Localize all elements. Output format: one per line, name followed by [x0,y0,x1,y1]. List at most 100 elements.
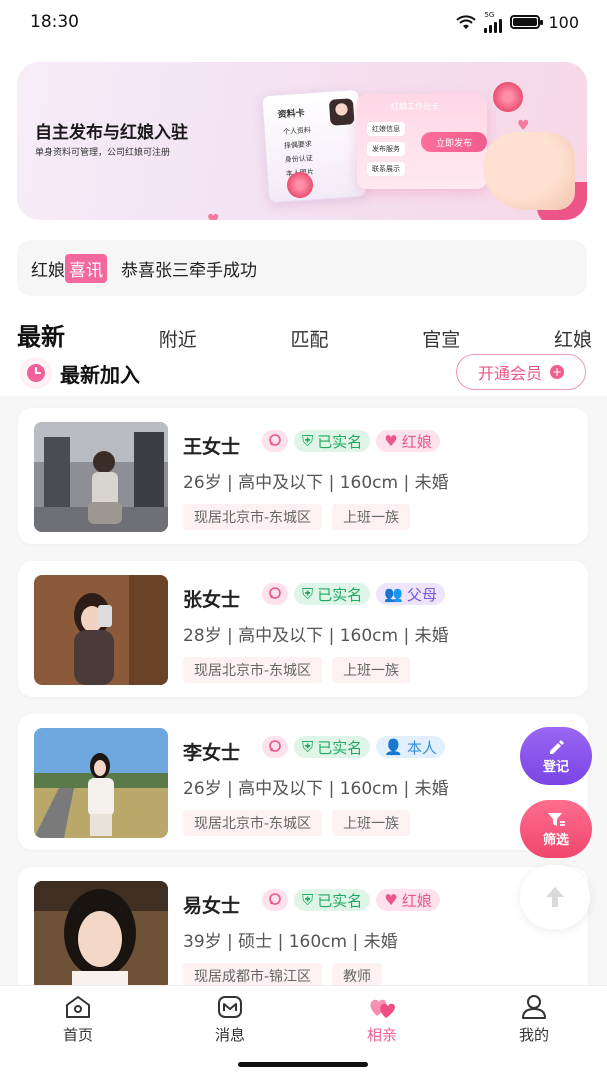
chat-icon[interactable] [262,736,288,758]
profile-card[interactable]: 张女士 ⛨ 已实名 👥 父母 28岁 | 高中及以下 | 160cm | 未婚 现居… [18,561,588,697]
profile-chips: 现居北京市-东城区 上班一族 [183,657,411,683]
nav-home[interactable]: 首页 [38,994,118,1045]
filter-icon [548,812,565,826]
tab-official[interactable]: 官宣 [422,325,460,352]
profile-info: 39岁 | 硕士 | 160cm | 未婚 [183,932,398,952]
role-badge: ♥ 红娘 [376,889,440,911]
job-chip: 上班一族 [332,657,411,683]
profile-badges: ⛨ 已实名 ♥ 红娘 [262,430,440,452]
profile-info: 28岁 | 高中及以下 | 160cm | 未婚 [183,626,449,646]
profile-name: 易女士 [183,895,241,917]
chat-icon[interactable] [262,583,288,605]
chat-icon[interactable] [262,430,288,452]
tab-match[interactable]: 匹配 [290,325,328,352]
rose-icon [493,82,523,112]
clock-icon [20,357,52,389]
profile-name: 张女士 [183,589,241,611]
shield-check-icon: ⛨ [302,891,314,909]
tab-latest[interactable]: 最新 [17,317,65,352]
profile-card[interactable]: 王女士 ⛨ 已实名 ♥ 红娘 26岁 | 高中及以下 | 160cm | 未婚 现居… [18,408,588,544]
profile-chips: 现居北京市-东城区 上班一族 [183,810,411,836]
card-right-title: 红娘工作台卡 [391,102,439,111]
profile-info: 26岁 | 高中及以下 | 160cm | 未婚 [183,473,449,493]
news-ticker[interactable]: 红娘 喜讯 恭喜张三牵手成功 [17,240,587,296]
news-prefix: 红娘 [31,260,65,281]
nav-label: 相亲 [366,1026,397,1044]
profile-card[interactable]: 易女士 ⛨ 已实名 ♥ 红娘 39岁 | 硕士 | 160cm | 未婚 现居成都市… [18,867,588,1003]
section-title: 最新加入 [60,362,140,387]
profile-photo [34,575,168,685]
battery-icon [510,15,544,29]
back-to-top-button[interactable] [520,865,590,929]
verified-badge: ⛨ 已实名 [294,583,371,605]
status-icons: 5G 100 [456,10,579,33]
nav-label: 消息 [214,1026,245,1044]
shield-check-icon: ⛨ [302,738,314,756]
profile-badges: ⛨ 已实名 👤 本人 [262,736,445,758]
heart-icon: ♥ [207,212,220,220]
role-label: 本人 [406,738,437,757]
profile-badges: ⛨ 已实名 ♥ 红娘 [262,889,440,911]
nav-dating[interactable]: 相亲 [342,994,422,1045]
section-header: 最新加入 [20,356,140,390]
location-chip: 现居北京市-东城区 [183,810,323,836]
role-badge: 👤 本人 [376,736,445,758]
hand-pointer-illustration [483,132,575,210]
hearts-icon [370,999,395,1018]
register-label: 登记 [542,759,569,775]
tab-matchmaker[interactable]: 红娘 [554,325,592,352]
matchmaker-card-illustration: 红娘工作台卡 红娘信息 发布服务 联系展示 立即发布 [357,94,487,189]
verified-label: 已实名 [317,585,363,604]
cellular-signal-icon: 5G [484,10,503,33]
location-chip: 现居北京市-东城区 [183,504,323,530]
job-chip: 上班一族 [332,810,411,836]
profile-badges: ⛨ 已实名 👥 父母 [262,583,445,605]
filter-button[interactable]: 筛选 [520,800,592,858]
plus-icon: + [550,365,564,379]
profile-card[interactable]: 李女士 ⛨ 已实名 👤 本人 26岁 | 高中及以下 | 160cm | 未婚 现居… [18,714,588,850]
profile-photo [34,881,168,991]
verified-label: 已实名 [317,891,363,910]
users-icon: 👥 [384,585,403,603]
profile-photo [34,422,168,532]
status-time: 18:30 [30,12,79,32]
publish-button: 立即发布 [421,132,487,152]
verified-label: 已实名 [317,432,363,451]
location-chip: 现居北京市-东城区 [183,657,323,683]
card-right-item: 红娘信息 [367,122,405,136]
profile-chips: 现居北京市-东城区 上班一族 [183,504,411,530]
job-chip: 上班一族 [332,504,411,530]
avatar-illustration [328,98,355,126]
tab-nearby[interactable]: 附近 [159,325,197,352]
role-label: 父母 [406,585,437,604]
card-right-item: 发布服务 [367,142,405,156]
role-label: 红娘 [401,432,432,451]
profile-name: 李女士 [183,742,241,764]
verified-badge: ⛨ 已实名 [294,736,371,758]
profile-photo [34,728,168,838]
home-icon [66,996,90,1018]
nav-label: 我的 [518,1026,549,1044]
role-label: 红娘 [401,891,432,910]
banner-subtitle: 单身资料可管理，公司红娘可注册 [35,148,171,158]
network-type: 5G [484,10,495,19]
category-tabs: 最新 附近 匹配 官宣 红娘 [17,312,592,352]
message-icon [218,996,242,1018]
banner-title: 自主发布与红娘入驻 [35,123,188,143]
filter-label: 筛选 [542,832,569,848]
verified-badge: ⛨ 已实名 [294,430,371,452]
open-membership-button[interactable]: 开通会员 + [456,354,586,390]
status-bar: 18:30 5G 100 [0,0,607,44]
wifi-icon [456,14,477,29]
nav-messages[interactable]: 消息 [190,994,270,1045]
register-button[interactable]: 登记 [520,727,592,785]
heart-icon: ♥ [384,432,398,450]
promo-banner[interactable]: 自主发布与红娘入驻 单身资料可管理，公司红娘可注册 ♥ 资料卡 个人资料 择偶要… [17,62,587,220]
news-text: 恭喜张三牵手成功 [121,260,257,281]
person-icon: 👤 [384,738,403,756]
rose-icon [287,172,313,198]
chat-icon[interactable] [262,889,288,911]
user-icon [522,995,546,1019]
role-badge: 👥 父母 [376,583,445,605]
nav-profile[interactable]: 我的 [494,994,574,1045]
